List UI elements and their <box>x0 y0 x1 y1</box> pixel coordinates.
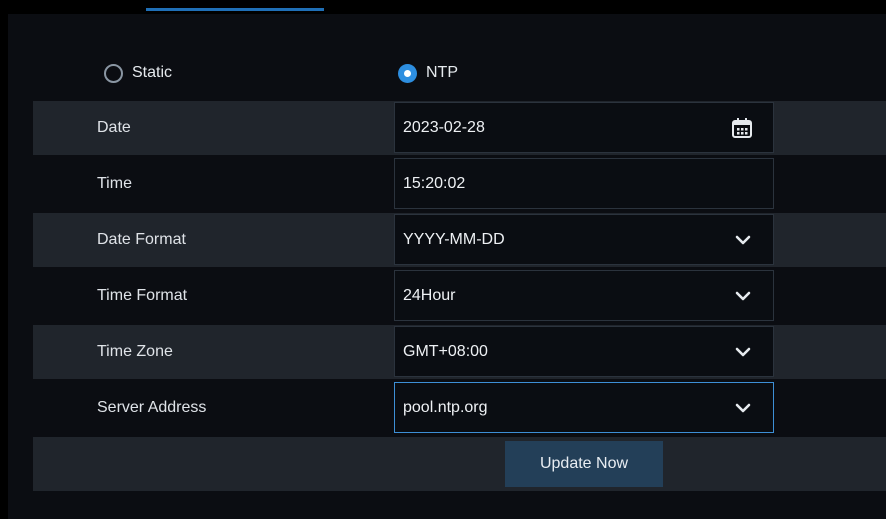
time-zone-select[interactable]: GMT+08:00 <box>394 326 774 377</box>
radio-static[interactable]: Static <box>104 58 172 88</box>
server-address-label: Server Address <box>97 399 207 416</box>
server-address-row: Server Address pool.ntp.org <box>33 381 886 435</box>
date-value: 2023-02-28 <box>403 118 485 136</box>
time-mode-radio-group: Static NTP <box>0 58 886 88</box>
calendar-icon[interactable] <box>731 117 753 139</box>
chevron-down-icon[interactable] <box>735 400 751 416</box>
update-now-button[interactable]: Update Now <box>505 441 663 487</box>
radio-static-label: Static <box>132 64 173 81</box>
radio-static-circle[interactable] <box>104 63 123 83</box>
date-format-value: YYYY-MM-DD <box>403 230 505 248</box>
active-tab-indicator <box>146 8 324 11</box>
radio-ntp-circle[interactable] <box>398 63 417 83</box>
server-address-select[interactable]: pool.ntp.org <box>394 382 774 433</box>
time-field[interactable]: 15:20:02 <box>394 158 774 209</box>
chevron-down-icon[interactable] <box>735 288 751 304</box>
server-address-value: pool.ntp.org <box>403 398 488 416</box>
date-label: Date <box>97 119 131 136</box>
time-format-value: 24Hour <box>403 286 456 304</box>
update-row: Update Now <box>33 437 886 491</box>
date-row: Date 2023-02-28 <box>33 101 886 155</box>
time-zone-value: GMT+08:00 <box>403 342 488 360</box>
time-row: Time 15:20:02 <box>33 157 886 211</box>
time-format-row: Time Format 24Hour <box>33 269 886 323</box>
date-format-row: Date Format YYYY-MM-DD <box>33 213 886 267</box>
chevron-down-icon[interactable] <box>735 232 751 248</box>
time-zone-label: Time Zone <box>97 343 173 360</box>
radio-selected-dot <box>404 69 411 77</box>
time-format-select[interactable]: 24Hour <box>394 270 774 321</box>
time-value: 15:20:02 <box>403 174 466 192</box>
time-format-label: Time Format <box>97 287 188 304</box>
radio-ntp-label: NTP <box>426 64 458 81</box>
radio-ntp[interactable]: NTP <box>398 58 458 88</box>
time-zone-row: Time Zone GMT+08:00 <box>33 325 886 379</box>
time-label: Time <box>97 175 132 192</box>
date-field[interactable]: 2023-02-28 <box>394 102 774 153</box>
chevron-down-icon[interactable] <box>735 344 751 360</box>
date-format-select[interactable]: YYYY-MM-DD <box>394 214 774 265</box>
date-format-label: Date Format <box>97 231 186 248</box>
